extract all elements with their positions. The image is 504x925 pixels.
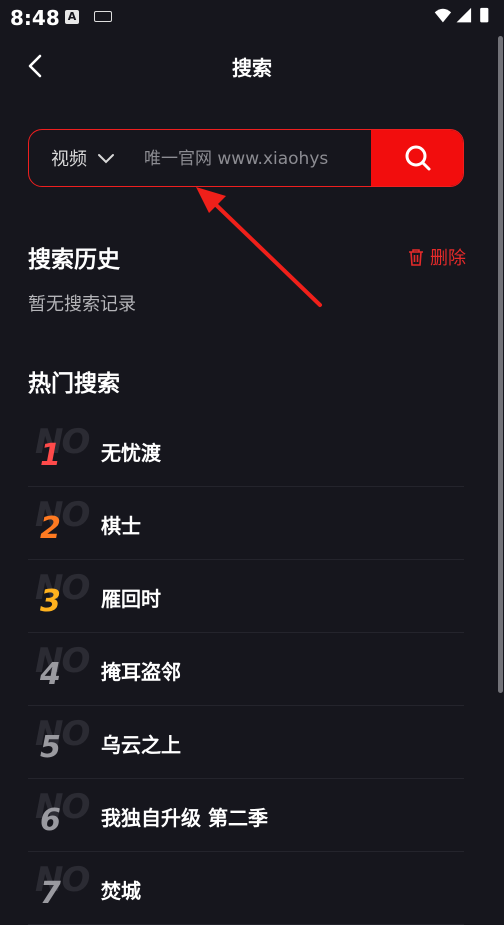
signal-icon: [456, 7, 472, 23]
history-empty-text: 暂无搜索记录: [28, 294, 136, 315]
history-title: 搜索历史: [28, 247, 120, 273]
scrollbar[interactable]: [498, 36, 503, 693]
rank-number: 1: [40, 438, 61, 473]
hot-search-item[interactable]: NO 5 乌云之上: [28, 706, 464, 779]
delete-label: 删除: [430, 248, 466, 269]
hot-search-title-text: 乌云之上: [101, 733, 181, 757]
hot-search-title-text: 无忧渡: [101, 441, 161, 465]
search-input[interactable]: [142, 130, 376, 186]
keyboard-icon: [94, 11, 112, 22]
header: 搜索: [0, 40, 504, 92]
search-type-label: 视频: [51, 148, 87, 170]
page-title: 搜索: [232, 56, 272, 80]
chevron-down-icon: [98, 153, 114, 163]
rank-number: 6: [40, 803, 61, 838]
hot-search-list: NO 1 无忧渡 NO 2 棋士 NO 3 雁回时 NO 4 掩耳盗邻 NO 5 乌云之上 NO 6 我独自升级 …: [28, 414, 464, 925]
hot-search-item[interactable]: NO 7 焚城: [28, 852, 464, 925]
search-bar: 视频: [28, 129, 464, 187]
rank-number: 7: [40, 876, 61, 911]
trash-icon: [409, 249, 423, 266]
a-notification-icon: A: [65, 10, 79, 24]
rank-number: 4: [40, 657, 61, 692]
rank-number: 2: [40, 511, 61, 546]
hot-search-title-text: 焚城: [101, 879, 141, 903]
status-icons: [434, 7, 489, 23]
rank-number: 3: [40, 584, 61, 619]
wifi-icon: [434, 8, 452, 23]
hot-search-title: 热门搜索: [28, 371, 120, 397]
hot-search-title-text: 掩耳盗邻: [101, 660, 181, 684]
hot-search-item[interactable]: NO 4 掩耳盗邻: [28, 633, 464, 706]
hot-search-item[interactable]: NO 6 我独自升级 第二季: [28, 779, 464, 852]
hot-search-item[interactable]: NO 3 雁回时: [28, 560, 464, 633]
rank-number: 5: [40, 730, 61, 765]
search-button[interactable]: [371, 130, 463, 186]
hot-search-item[interactable]: NO 1 无忧渡: [28, 414, 464, 487]
hot-search-title-text: 棋士: [101, 514, 141, 538]
hot-search-title-text: 我独自升级 第二季: [101, 806, 268, 830]
hot-search-title-text: 雁回时: [101, 587, 161, 611]
search-icon: [405, 145, 431, 171]
search-type-dropdown[interactable]: 视频: [51, 130, 115, 185]
battery-icon: [480, 7, 489, 23]
status-bar: 8:48 A: [0, 0, 504, 34]
status-time: 8:48: [10, 6, 60, 30]
delete-history-button[interactable]: 删除: [408, 244, 466, 270]
hot-search-item[interactable]: NO 2 棋士: [28, 487, 464, 560]
